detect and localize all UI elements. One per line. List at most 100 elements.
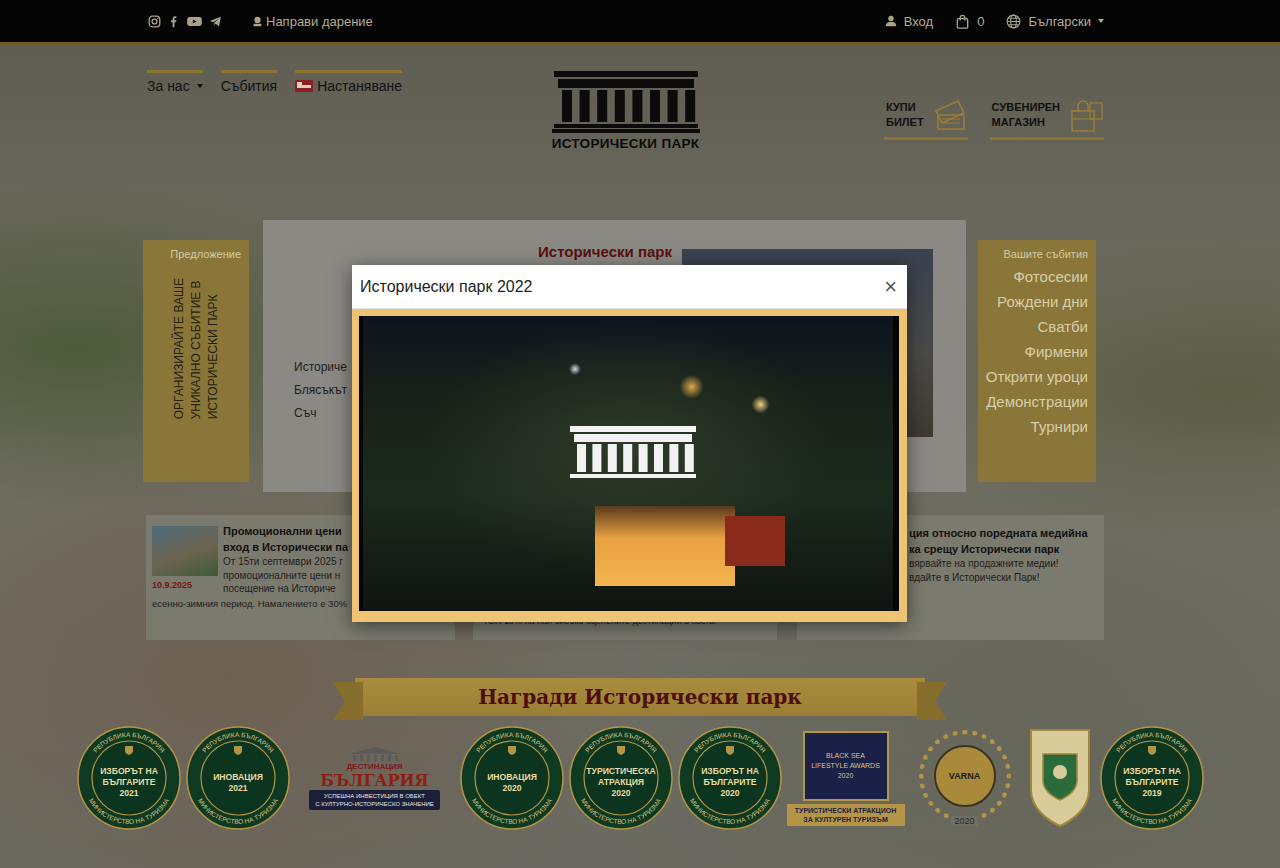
donate-icon [252,16,263,27]
nav-item[interactable]: За нас [147,70,203,94]
nav-item-bar [295,70,402,73]
svg-text:ИЗБОРЪТ НА: ИЗБОРЪТ НА [1123,766,1181,776]
award-badge: РЕПУБЛИКА БЪЛГАРИЯМИНИСТЕРСТВО НА ТУРИЗМ… [77,726,181,830]
header-action[interactable]: КУПИБИЛЕТ [884,97,968,140]
svg-text:2019: 2019 [1142,788,1161,798]
award-badge: VARNA2020 [910,730,1020,826]
header-action-line: СУВЕНИРЕН [992,100,1060,115]
instagram-icon[interactable] [148,15,161,28]
award-text: С КУЛТУРНО-ИСТОРИЧЕСКО ЗНАЧЕНИЕ [315,800,434,808]
svg-text:2021: 2021 [228,783,247,793]
news-card-text: ция относно поредната медийнака срещу Ис… [909,525,1088,630]
facebook-icon[interactable] [167,15,180,28]
login-link[interactable]: Вход [885,14,933,29]
svg-text:2021: 2021 [119,788,138,798]
header-action[interactable]: СУВЕНИРЕНМАГАЗИН [990,97,1104,140]
award-ribbon: ТУРИСТИЧЕСКИ АТРАКЦИОНЗА КУЛТУРЕН ТУРИЗЪ… [787,804,905,826]
modal-body [352,309,907,622]
cart-link[interactable]: 0 [955,14,984,29]
event-item[interactable]: Сватби [1038,314,1089,339]
award-badge: ДЕСТИНАЦИЯБЪЛГАРИЯУСПЕШНА ИНВЕСТИЦИЯ В О… [295,746,455,810]
header-actions: КУПИБИЛЕТ СУВЕНИРЕНМАГАЗИН [700,45,1105,200]
event-item[interactable]: Открити уроци [986,364,1088,389]
shop-bag-icon [1068,97,1104,133]
award-text: LIFESTYLE AWARDS [811,761,880,771]
bag-icon [955,14,970,29]
svg-text:ТУРИСТИЧЕСКА: ТУРИСТИЧЕСКА [586,766,655,776]
video-lit-building [595,506,735,586]
feature-title: Исторически парк [294,243,672,260]
event-item[interactable]: Турнири [1031,414,1088,439]
nav-item-text: За нас [147,78,190,94]
header: За нас Събития Настаняване ИСТОРИЧЕСКИ ПАРК… [0,45,1280,200]
building-logo-icon [552,71,700,133]
news-title: вход в Исторически па [223,539,348,555]
logo[interactable]: ИСТОРИЧЕСКИ ПАРК [552,45,700,200]
event-item[interactable]: Демонстрации [986,389,1088,414]
ribbon-end [917,682,947,720]
svg-text:2020: 2020 [720,788,739,798]
ribbon-end [333,682,363,720]
svg-text:МИНИСТЕРСТВО НА ТУРИЗМА: МИНИСТЕРСТВО НА ТУРИЗМА [196,797,279,825]
offer-line: ОРГАНИЗИРАЙТЕ ВАШЕ [171,278,188,419]
svg-text:БЪЛГАРИТЕ: БЪЛГАРИТЕ [1125,777,1178,787]
main-nav: За нас Събития Настаняване [147,45,552,200]
award-text: 2020 [838,771,854,781]
award-text: ТУРИСТИЧЕСКИ АТРАКЦИОН [795,806,896,815]
svg-text:МИНИСТЕРСТВО НА ТУРИЗМА: МИНИСТЕРСТВО НА ТУРИЗМА [1110,797,1193,825]
event-item[interactable]: Фотосесии [1013,264,1088,289]
header-action-line: БИЛЕТ [886,115,924,130]
caret-icon [197,84,203,88]
svg-text:ИНОВАЦИЯ: ИНОВАЦИЯ [487,772,537,782]
svg-text:БЪЛГАРИТЕ: БЪЛГАРИТЕ [102,777,155,787]
nav-item-text: Настаняване [317,78,402,94]
svg-text:МИНИСТЕРСТВО НА ТУРИЗМА: МИНИСТЕРСТВО НА ТУРИЗМА [579,797,662,825]
telegram-icon[interactable] [209,15,222,28]
accommodation-icon [295,80,313,92]
award-text: BLACK SEA [826,751,865,761]
youtube-icon[interactable] [186,15,203,28]
news-thumbnail [152,526,218,576]
award-badge: РЕПУБЛИКА БЪЛГАРИЯМИНИСТЕРСТВО НА ТУРИЗМ… [569,726,673,830]
nav-item[interactable]: Настаняване [295,70,402,94]
header-action-label: СУВЕНИРЕНМАГАЗИН [992,100,1060,130]
award-ribbon: УСПЕШНА ИНВЕСТИЦИЯ В ОБЕКТС КУЛТУРНО-ИСТ… [309,790,440,810]
awards-title: Награди Исторически парк [478,685,802,709]
news-text: посещение на Историче [223,582,348,596]
donate-link[interactable]: Направи дарение [252,14,373,29]
header-action-line: МАГАЗИН [992,115,1060,130]
header-action-label: КУПИБИЛЕТ [886,100,924,130]
top-bar-left: Направи дарение [148,14,373,29]
offer-card[interactable]: ПредложениеОРГАНИЗИРАЙТЕ ВАШЕУНИКАЛНО СЪ… [143,240,249,482]
award-text: 2020 [951,816,977,826]
language-select[interactable]: Български [1006,14,1104,29]
nav-item-label: За нас [147,78,203,94]
laurel-icon: VARNA [919,730,1011,822]
svg-text:БЪЛГАРИТЕ: БЪЛГАРИТЕ [703,777,756,787]
award-badge: BLACK SEALIFESTYLE AWARDS2020 ТУРИСТИЧЕСК… [787,731,905,826]
news-title: ция относно поредната медийна [909,525,1088,541]
top-bar: Направи дарение Вход 0 Български [0,0,1280,45]
event-item[interactable]: Фирмени [1025,339,1088,364]
crest-icon [1025,726,1095,830]
caret-icon [1098,19,1104,23]
video-player[interactable] [359,316,899,611]
award-text: БЪЛГАРИЯ [320,772,428,790]
svg-text:ИНОВАЦИЯ: ИНОВАЦИЯ [213,772,263,782]
award-badge: РЕПУБЛИКА БЪЛГАРИЯМИНИСТЕРСТВО НА ТУРИЗМ… [186,726,290,830]
video-modal: Исторически парк 2022× [352,265,907,622]
close-button[interactable]: × [882,276,899,298]
svg-text:МИНИСТЕРСТВО НА ТУРИЗМА: МИНИСТЕРСТВО НА ТУРИЗМА [470,797,553,825]
award-badge: РЕПУБЛИКА БЪЛГАРИЯМИНИСТЕРСТВО НА ТУРИЗМ… [678,726,782,830]
page: Направи дарение Вход 0 Български За нас Събит… [0,0,1280,868]
video-lit-building [725,516,785,566]
nav-item-label: Настаняване [295,78,402,94]
news-card-media: 10.9.2025 [152,523,218,596]
svg-text:ИЗБОРЪТ НА: ИЗБОРЪТ НА [701,766,759,776]
event-item[interactable]: Рождени дни [997,289,1088,314]
nav-item[interactable]: Събития [221,70,278,94]
offer-label: Предложение [170,248,241,260]
news-text: От 15ти септември 2025 г [223,555,348,569]
news-title: Промоционални цени [223,523,348,539]
logo-text: ИСТОРИЧЕСКИ ПАРК [552,136,700,151]
